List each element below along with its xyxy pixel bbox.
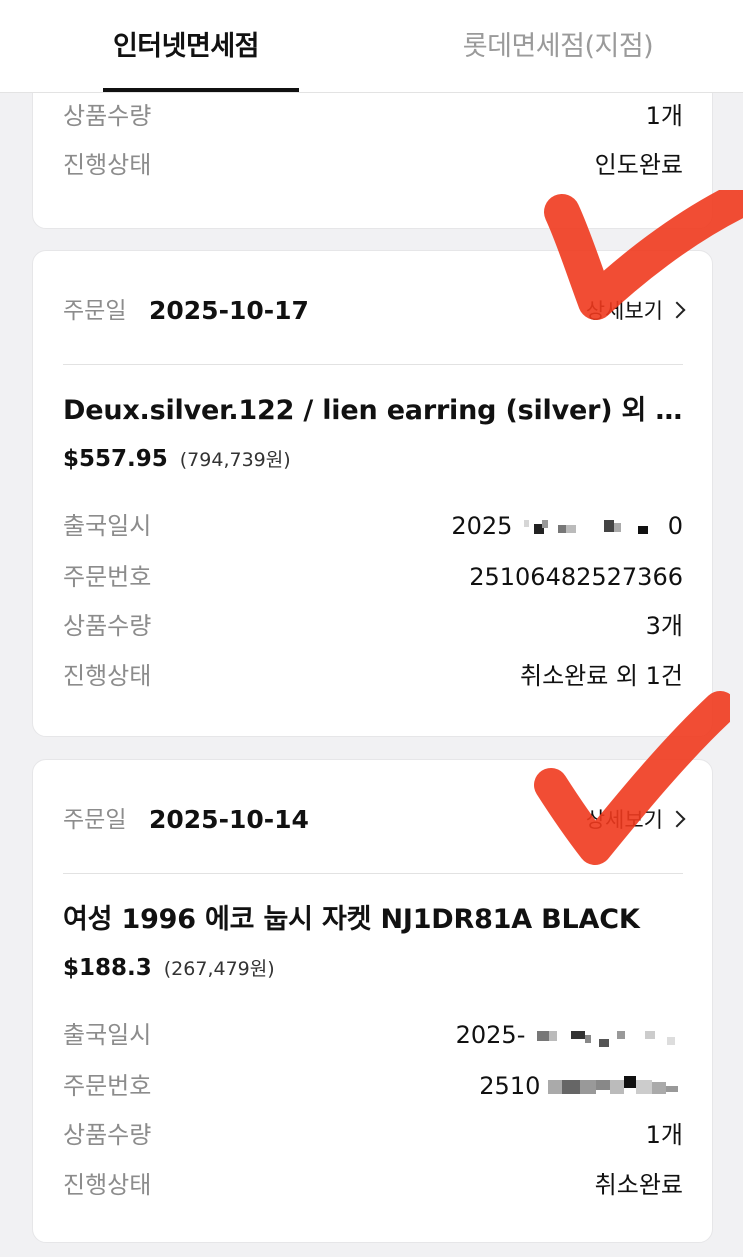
order-header: 주문일 2025-10-14 상세보기 [63,798,686,842]
order-number-prefix: 2510 [479,1072,541,1100]
order-date-label: 주문일 [63,298,127,324]
status-label: 진행상태 [63,151,152,179]
status-row: 진행상태 취소완료 [63,1165,683,1205]
tab-internet-duty-free[interactable]: 인터넷면세점 [0,0,372,92]
quantity-label: 상품수량 [63,1121,152,1149]
quantity-row: 상품수량 1개 [63,96,683,136]
order-number-value: 25106482527366 [469,563,683,591]
price-line: $557.95 (794,739원) [63,441,291,478]
order-number-row: 주문번호 25106482527366 [63,557,683,597]
order-number-row: 주문번호 2510 [63,1066,683,1106]
view-details-link[interactable]: 상세보기 [585,798,686,842]
departure-value-prefix: 2025- [455,1021,526,1049]
status-row: 진행상태 인도완료 [63,145,683,185]
active-tab-indicator [103,88,299,92]
departure-value-prefix: 2025 [451,512,513,540]
price-krw: (794,739원) [179,449,291,471]
departure-value: 2025- [456,1015,683,1055]
status-value: 취소완료 [594,1171,683,1199]
order-card-2025-10-17: 주문일 2025-10-17 상세보기 Deux.silver.122 / li… [32,250,713,737]
order-card-2025-10-14: 주문일 2025-10-14 상세보기 여성 1996 에코 눕시 자켓 NJ1… [32,759,713,1243]
quantity-label: 상품수량 [63,102,152,130]
tab-branch-label: 롯데면세점(지점) [462,31,654,62]
departure-label: 출국일시 [63,512,152,540]
quantity-row: 상품수량 3개 [63,606,683,646]
redacted-pixelation [537,1031,675,1047]
order-number-label: 주문번호 [63,1072,152,1100]
status-label: 진행상태 [63,662,152,690]
order-date-label: 주문일 [63,807,127,833]
price-line: $188.3 (267,479원) [63,950,275,987]
quantity-value: 3개 [645,612,683,640]
status-label: 진행상태 [63,1171,152,1199]
product-name[interactable]: Deux.silver.122 / lien earring (silver) … [63,389,688,433]
departure-value-suffix: 0 [667,512,683,540]
status-row: 진행상태 취소완료 외 1건 [63,656,683,696]
departure-row: 출국일시 2025 0 [63,506,683,546]
product-name[interactable]: 여성 1996 에코 눕시 자켓 NJ1DR81A BLACK [63,898,688,942]
order-date: 2025-10-14 [149,805,309,834]
quantity-label: 상품수량 [63,612,152,640]
price-krw: (267,479원) [163,958,275,980]
view-details-label: 상세보기 [585,808,663,832]
tab-internet-label: 인터넷면세점 [112,31,260,62]
divider [63,364,683,365]
departure-value: 2025 0 [451,506,683,546]
chevron-right-icon [668,301,686,319]
tab-branch-duty-free[interactable]: 롯데면세점(지점) [372,0,743,92]
redacted-pixelation [548,1076,678,1094]
status-value: 인도완료 [594,151,683,179]
departure-row: 출국일시 2025- [63,1015,683,1055]
tab-bar: 인터넷면세점 롯데면세점(지점) [0,0,743,93]
order-number-label: 주문번호 [63,563,152,591]
departure-label: 출국일시 [63,1021,152,1049]
order-header: 주문일 2025-10-17 상세보기 [63,289,686,333]
quantity-row: 상품수량 1개 [63,1115,683,1155]
order-number-value: 2510 [479,1066,683,1106]
view-details-label: 상세보기 [585,299,663,323]
order-date: 2025-10-17 [149,296,309,325]
status-value: 취소완료 외 1건 [519,662,683,690]
divider [63,873,683,874]
price-usd: $557.95 [63,446,168,472]
chevron-right-icon [668,810,686,828]
view-details-link[interactable]: 상세보기 [585,289,686,333]
quantity-value: 1개 [645,1121,683,1149]
redacted-pixelation [524,520,649,534]
quantity-value: 1개 [645,102,683,130]
price-usd: $188.3 [63,955,152,981]
